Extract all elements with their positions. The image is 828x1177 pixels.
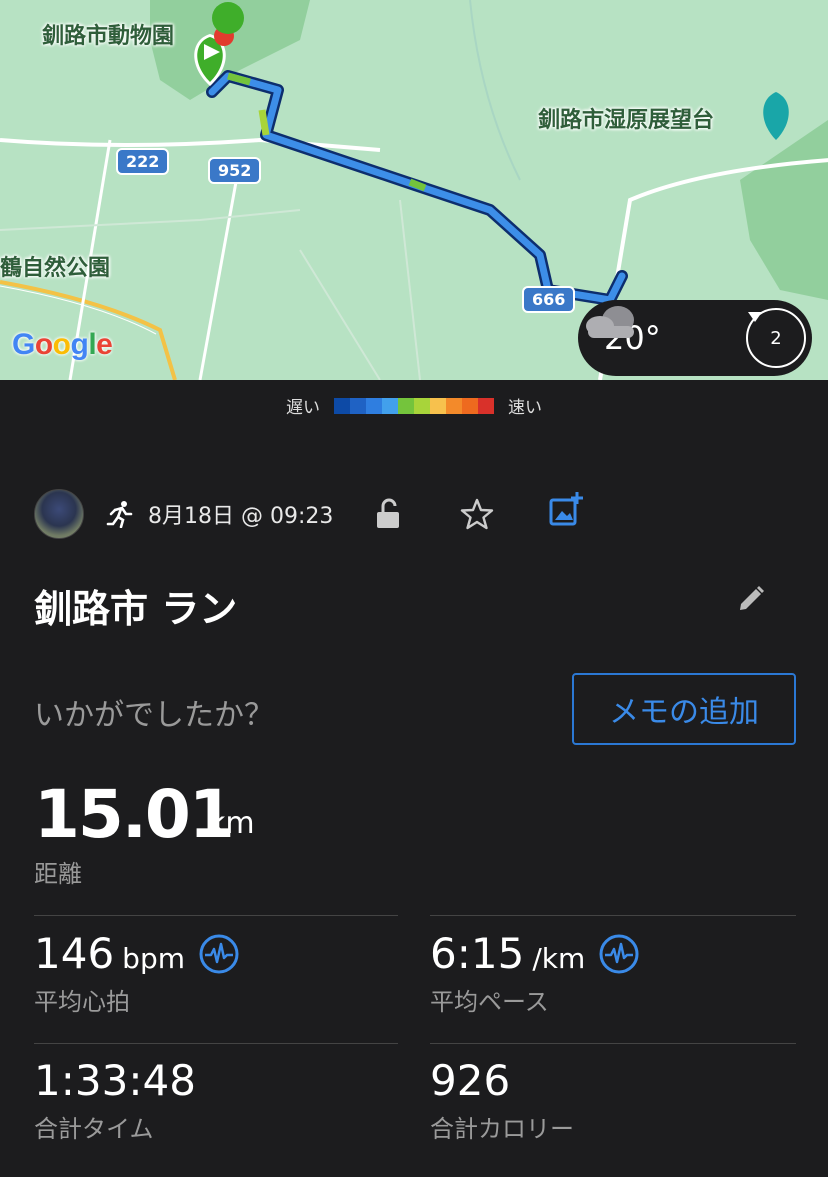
unlock-icon[interactable] [374,498,404,534]
divider [430,1043,796,1044]
activity-date: 8月18日 @ 09:23 [148,504,334,529]
calories-value: 926 [430,1056,511,1105]
activity-meta-row: 8月18日 @ 09:23 [34,488,794,540]
avg-heart-rate-stat[interactable]: 146 bpm 平均心拍 [34,928,239,1017]
speed-color-swatch [382,397,398,414]
speed-fast-label: 速い [508,398,542,418]
speed-slow-label: 遅い [286,398,320,418]
route-map[interactable]: 釧路市動物園 釧路市湿原展望台 鶴自然公園 222 952 666 Google… [0,0,828,380]
speed-color-swatch [430,397,446,414]
avatar[interactable] [34,489,84,539]
speed-color-swatch [446,397,462,414]
road-shield-952: 952 [208,157,262,184]
speed-color-swatch [478,397,494,414]
speed-color-swatch [398,397,414,414]
road-shield-222: 222 [116,148,170,175]
speed-legend: 遅い 速い [0,393,828,418]
activity-title: 釧路市 ラン [34,587,238,631]
road-shield-666: 666 [522,286,576,313]
heart-rate-unit: bpm [122,942,185,975]
pace-unit: /km [532,942,586,975]
speed-color-swatch [414,397,430,414]
pace-label: 平均ペース [430,988,549,1016]
weather-widget[interactable]: 20° 2 [578,300,812,376]
wind-value: 2 [770,327,782,349]
divider [34,1043,398,1044]
distance-value: 15.01 [34,776,235,853]
total-time-value: 1:33:48 [34,1056,196,1105]
speed-color-swatch [334,397,350,414]
distance-unit: km [208,806,255,841]
distance-label: 距離 [34,860,82,888]
add-photo-icon[interactable] [548,492,584,532]
add-memo-button[interactable]: メモの追加 [572,673,796,745]
wind-indicator: 2 [746,308,806,368]
edit-pencil-icon[interactable] [736,584,766,618]
heart-rate-label: 平均心拍 [34,988,130,1016]
map-label-zoo: 釧路市動物園 [42,24,175,49]
total-time-label: 合計タイム [34,1115,154,1143]
total-calories-stat: 926 合計カロリー [430,1056,574,1144]
speed-color-swatch [462,397,478,414]
star-icon[interactable] [460,498,494,534]
speed-color-swatch [366,397,382,414]
google-attribution: Google [12,328,113,361]
pulse-chart-icon[interactable] [199,934,239,978]
speed-color-bar [334,397,494,414]
pulse-chart-icon[interactable] [599,934,639,978]
speed-color-swatch [350,397,366,414]
feeling-prompt: いかがでしたか？ [34,698,274,733]
map-label-observatory: 釧路市湿原展望台 [538,108,715,133]
heart-rate-value: 146 [34,929,115,978]
total-time-stat: 1:33:48 合計タイム [34,1056,196,1144]
running-icon [106,500,134,528]
pace-value: 6:15 [430,929,525,978]
divider [34,915,398,916]
map-label-park: 鶴自然公園 [0,256,111,281]
divider [430,915,796,916]
calories-label: 合計カロリー [430,1115,574,1143]
avg-pace-stat[interactable]: 6:15 /km 平均ペース [430,928,639,1017]
